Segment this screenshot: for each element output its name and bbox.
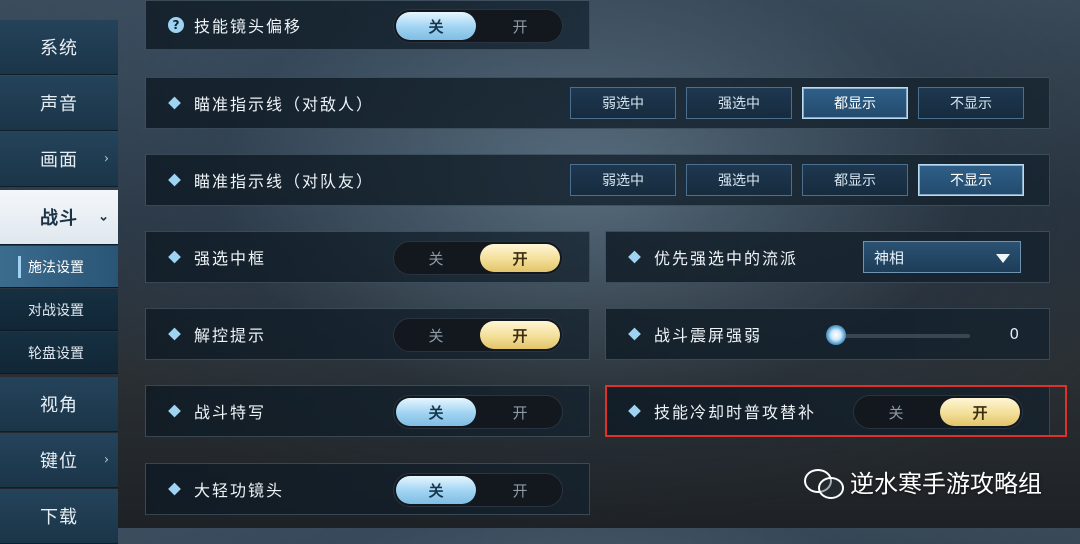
chevron-right-icon: › [103,452,110,468]
sidebar-item-graphics[interactable]: 画面 › [0,132,118,187]
skill-camera-offset-toggle[interactable]: 关 开 [393,9,563,43]
wechat-icon [804,467,844,499]
aim-enemy-option-strong[interactable]: 强选中 [686,87,792,119]
toggle-off-option[interactable]: 关 [396,244,476,272]
sidebar-item-system[interactable]: 系统 [0,20,118,75]
screen-shake-value: 0 [1009,325,1019,343]
toggle-on-option[interactable]: 开 [480,12,560,40]
sidebar-item-label: 键位 [40,451,78,472]
toggle-on-option[interactable]: 开 [480,476,560,504]
diamond-bullet-icon [628,327,641,341]
setting-row-control-hint: 解控提示 关 开 [145,308,590,360]
sidebar-subitem-label: 轮盘设置 [28,345,84,362]
watermark-text: 逆水寒手游攻略组 [850,470,1042,498]
aim-team-option-none[interactable]: 不显示 [918,164,1024,196]
sidebar-item-sound[interactable]: 声音 [0,76,118,131]
sidebar-item-label: 系统 [40,38,78,59]
qinggong-camera-toggle[interactable]: 关 开 [393,473,563,507]
diamond-bullet-icon [628,250,641,264]
toggle-off-option[interactable]: 关 [396,321,476,349]
setting-label: 瞄准指示线（对队友） [194,172,375,191]
select-value: 神相 [874,248,905,267]
sidebar-item-combat[interactable]: 战斗 ⌄ [0,190,118,245]
aim-enemy-option-all[interactable]: 都显示 [802,87,908,119]
toggle-off-option[interactable]: 关 [396,398,476,426]
aim-enemy-option-none[interactable]: 不显示 [918,87,1024,119]
diamond-bullet-icon [168,404,181,418]
diamond-bullet-icon [168,250,181,264]
sidebar-subitem-label: 对战设置 [28,302,84,319]
toggle-on-option[interactable]: 开 [480,244,560,272]
setting-label: 技能镜头偏移 [194,17,303,36]
toggle-off-option[interactable]: 关 [856,398,936,426]
setting-label: 优先强选中的流派 [654,249,799,268]
sidebar-item-download[interactable]: 下载 [0,489,118,544]
priority-school-select[interactable]: 神相 [863,241,1021,273]
sidebar-subitem-casting[interactable]: 施法设置 [0,246,118,288]
help-icon[interactable]: ? [168,17,184,33]
setting-label: 大轻功镜头 [194,481,285,500]
settings-sidebar: 系统 声音 画面 › 战斗 ⌄ 施法设置 对战设置 轮盘设置 视角 键位 › 下… [0,0,120,544]
setting-label: 强选中框 [194,249,267,268]
setting-row-qinggong-camera: 大轻功镜头 关 开 [145,463,590,515]
screen-shake-slider-knob[interactable] [826,325,846,345]
setting-label: 技能冷却时普攻替补 [654,403,817,422]
sidebar-item-keybinds[interactable]: 键位 › [0,433,118,488]
sidebar-subitem-pvp[interactable]: 对战设置 [0,289,118,331]
toggle-on-option[interactable]: 开 [480,321,560,349]
setting-row-strong-select-frame: 强选中框 关 开 [145,231,590,283]
setting-row-priority-school: 优先强选中的流派 神相 [605,231,1050,283]
toggle-off-option[interactable]: 关 [396,476,476,504]
setting-row-aim-team: 瞄准指示线（对队友） 弱选中 强选中 都显示 不显示 [145,154,1050,206]
control-hint-toggle[interactable]: 关 开 [393,318,563,352]
sidebar-item-label: 战斗 [40,208,78,229]
sidebar-item-camera[interactable]: 视角 [0,377,118,432]
toggle-on-option[interactable]: 开 [940,398,1020,426]
diamond-bullet-icon [168,482,181,496]
setting-row-combat-closeup: 战斗特写 关 开 [145,385,590,437]
chevron-down-icon: ⌄ [98,209,110,225]
chevron-right-icon: › [103,151,110,167]
sidebar-item-label: 视角 [40,395,78,416]
setting-label: 解控提示 [194,326,267,345]
sidebar-subitem-label: 施法设置 [28,259,84,276]
setting-label: 瞄准指示线（对敌人） [194,95,375,114]
diamond-bullet-icon [168,173,181,187]
setting-row-screen-shake: 战斗震屏强弱 0 [605,308,1050,360]
toggle-off-option[interactable]: 关 [396,12,476,40]
sidebar-item-label: 画面 [40,150,78,171]
watermark: 逆水寒手游攻略组 [804,464,1042,499]
sidebar-item-label: 下载 [40,507,78,528]
screen-shake-slider-track[interactable] [838,334,970,338]
setting-row-skill-camera-offset: ? 技能镜头偏移 关 开 [145,0,590,50]
combat-closeup-toggle[interactable]: 关 开 [393,395,563,429]
setting-label: 战斗震屏强弱 [654,326,763,345]
diamond-bullet-icon [168,327,181,341]
aim-team-option-strong[interactable]: 强选中 [686,164,792,196]
caret-down-icon [996,254,1010,263]
strong-select-frame-toggle[interactable]: 关 开 [393,241,563,275]
cooldown-attack-toggle[interactable]: 关 开 [853,395,1023,429]
setting-label: 战斗特写 [194,403,267,422]
setting-row-cooldown-attack: 技能冷却时普攻替补 关 开 [605,385,1050,437]
aim-team-option-weak[interactable]: 弱选中 [570,164,676,196]
sidebar-item-label: 声音 [40,94,78,115]
diamond-bullet-icon [628,404,641,418]
sidebar-subitem-wheel[interactable]: 轮盘设置 [0,332,118,374]
setting-row-aim-enemy: 瞄准指示线（对敌人） 弱选中 强选中 都显示 不显示 [145,77,1050,129]
aim-enemy-option-weak[interactable]: 弱选中 [570,87,676,119]
toggle-on-option[interactable]: 开 [480,398,560,426]
diamond-bullet-icon [168,96,181,110]
aim-team-option-all[interactable]: 都显示 [802,164,908,196]
